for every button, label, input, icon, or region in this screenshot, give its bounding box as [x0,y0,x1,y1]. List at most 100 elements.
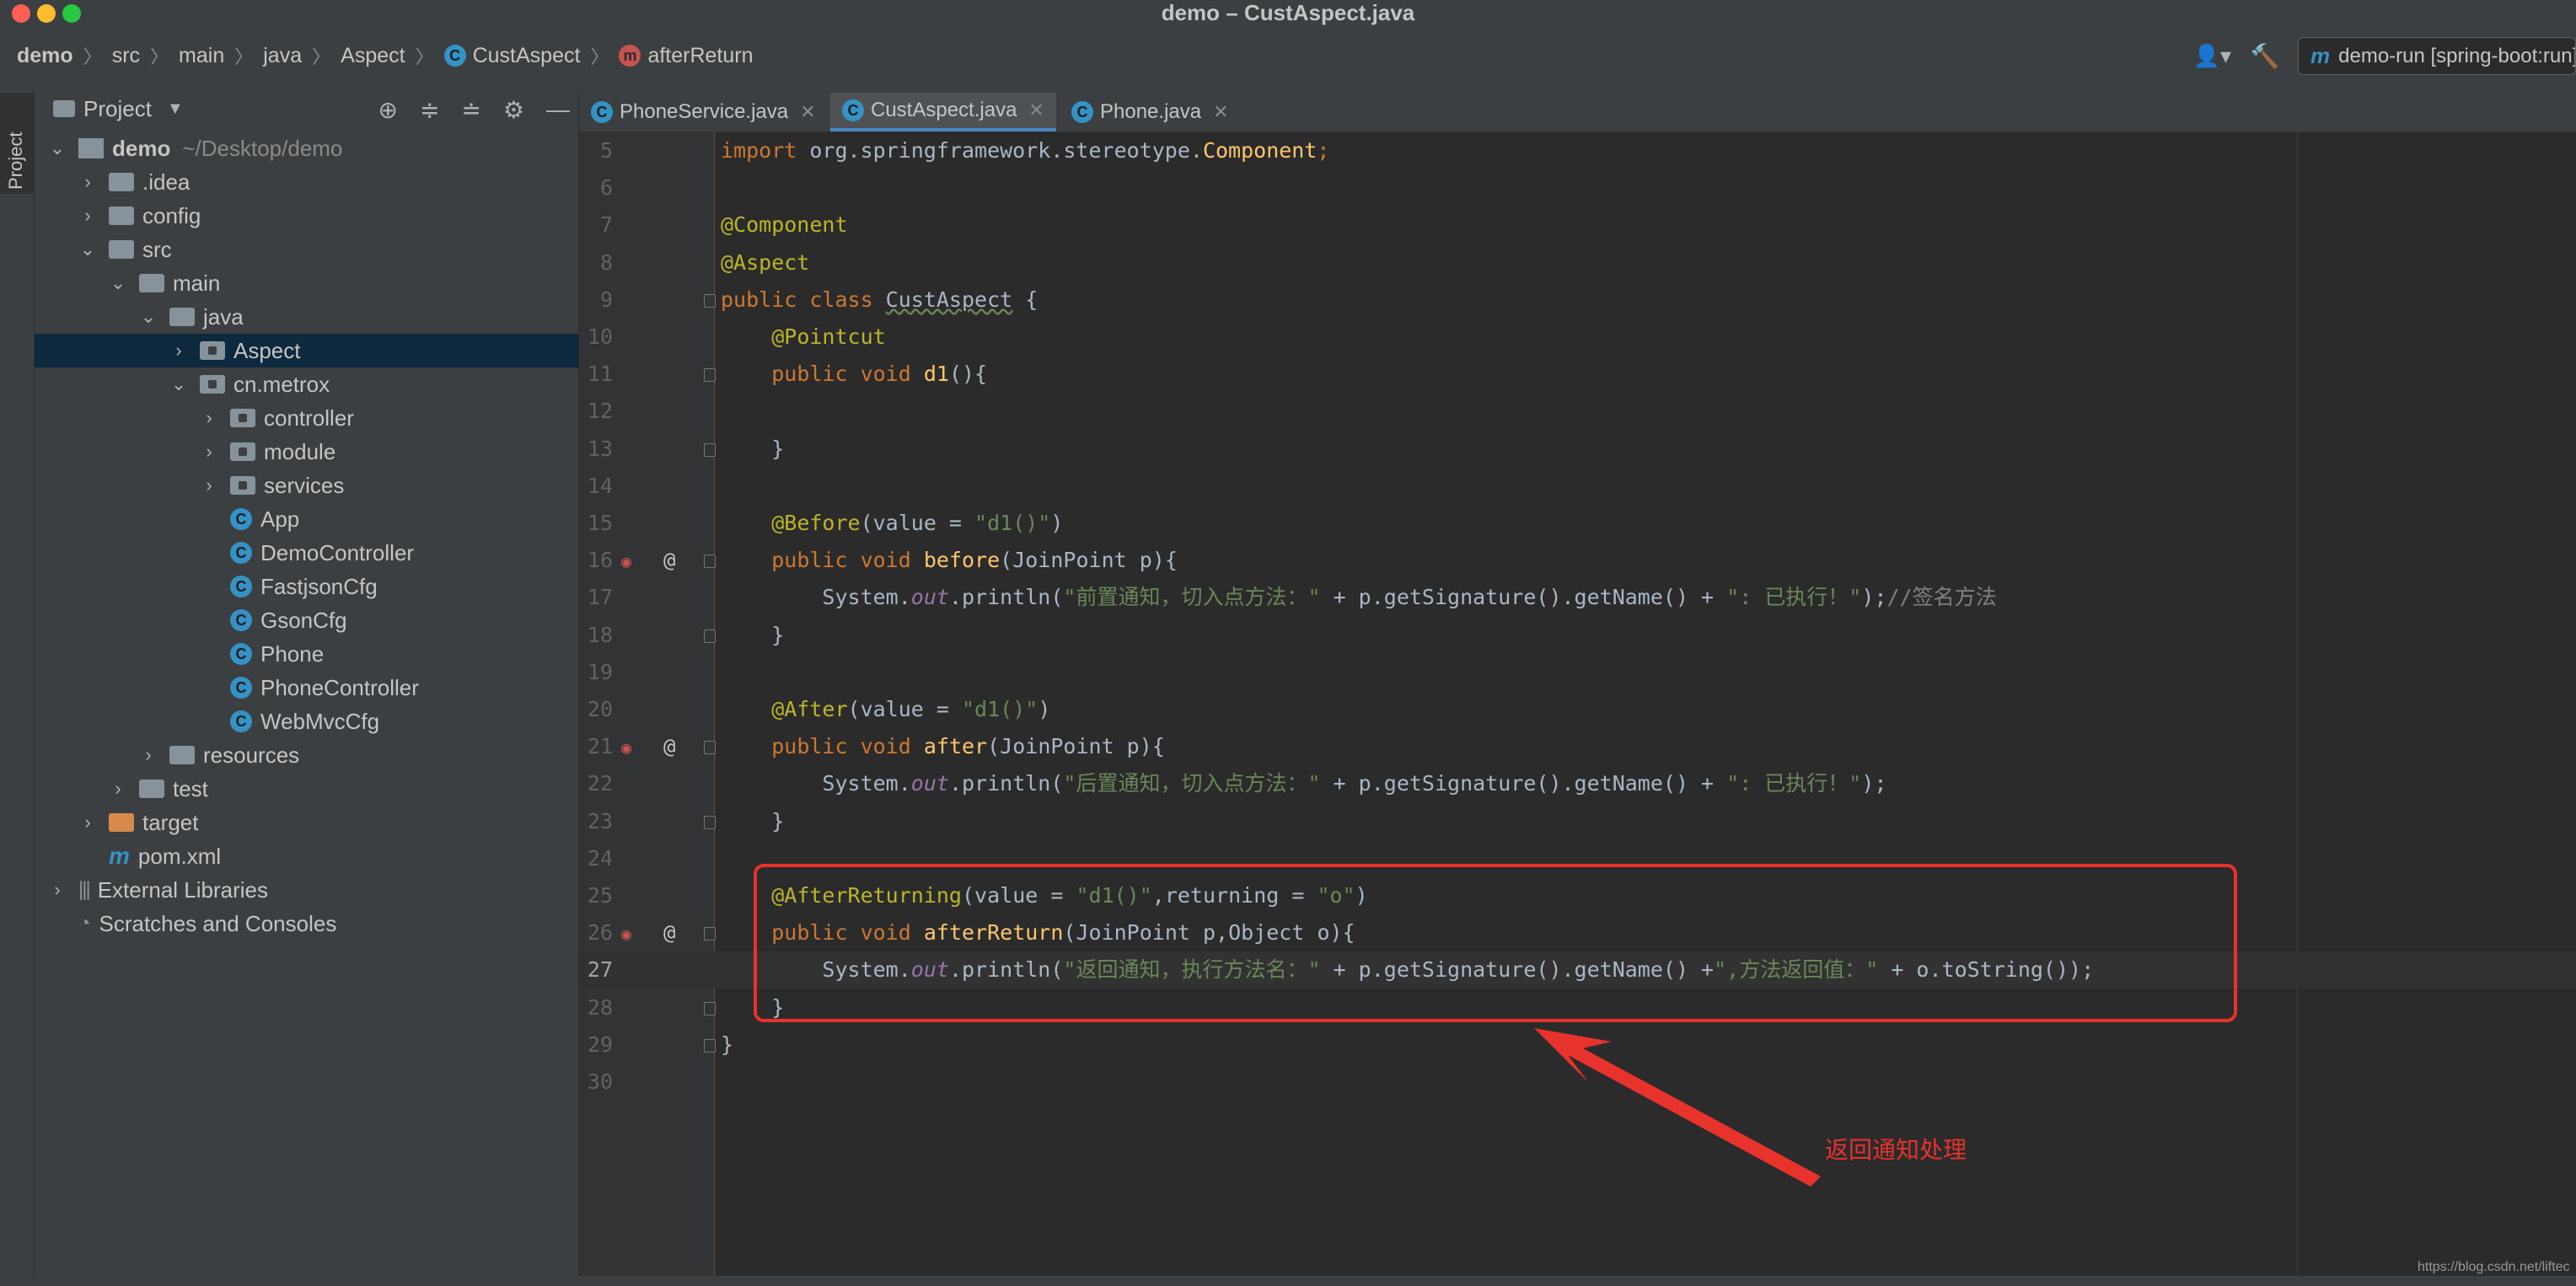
chevron-right-icon[interactable]: › [78,171,97,193]
fold-marker-icon[interactable] [704,927,716,941]
tree-item[interactable]: ⌄ java [35,300,578,334]
tree-item[interactable]: C Phone [35,637,578,671]
tree-item[interactable]: › .idea [35,165,578,199]
tree-item[interactable]: C DemoController [35,536,578,570]
tree-item[interactable]: ⌄ main [35,266,578,300]
breadcrumb-item[interactable]: Aspect [341,44,405,68]
breadcrumb-item[interactable]: demo [17,44,73,68]
chevron-right-icon[interactable]: › [139,744,158,766]
code-line[interactable]: 30 [579,1064,2576,1101]
code-line[interactable]: 15 @Before(value = "d1()") [579,505,2576,542]
code-line[interactable]: 10 @Pointcut [579,319,2576,356]
tab-phone-java[interactable]: C Phone.java ✕ [1060,93,1241,131]
tree-item[interactable]: C FastjsonCfg [35,570,578,603]
tab-custaspect-java[interactable]: C CustAspect.java ✕ [830,93,1056,131]
tree-item[interactable]: ⌄ cn.metrox [35,367,578,401]
locate-target-icon[interactable]: ⊕ [378,96,397,124]
tree-item[interactable]: › ||| External Libraries [35,873,578,907]
chevron-right-icon[interactable]: › [200,407,218,429]
code-line[interactable]: 17 System.out.println("前置通知，切入点方法：" + p.… [579,579,2576,616]
fold-marker-icon[interactable] [704,629,716,643]
code-line[interactable]: 11 public void d1(){ [579,356,2576,393]
fold-marker-icon[interactable] [704,293,716,308]
aspect-advice-icon[interactable]: ◉ [621,551,631,571]
tree-item[interactable]: C WebMvcCfg [35,705,578,738]
tree-item[interactable]: C App [35,502,578,536]
annotation-gutter-icon[interactable]: @ [663,735,675,758]
tree-item[interactable]: ⌄ src [35,233,578,266]
chevron-right-icon[interactable]: › [78,812,97,833]
code-line[interactable]: 8 @Aspect [579,244,2576,281]
fold-marker-icon[interactable] [704,368,716,383]
fold-marker-icon[interactable] [704,741,716,755]
tree-item[interactable]: C PhoneController [35,671,578,705]
code-line[interactable]: 23 } [579,803,2576,840]
chevron-right-icon[interactable]: › [200,474,218,496]
project-panel-title[interactable]: Project [83,96,152,122]
hide-panel-icon[interactable]: — [546,96,570,124]
code-line[interactable]: 14 [579,468,2576,505]
breadcrumb-item[interactable]: java [263,44,302,68]
code-line[interactable]: 12 [579,393,2576,430]
tree-item[interactable]: ◔ Scratches and Consoles [35,907,578,940]
code-line[interactable]: 29} [579,1026,2576,1064]
chevron-down-icon[interactable]: ▼ [167,99,184,119]
fold-marker-icon[interactable] [704,815,716,829]
chevron-down-icon[interactable]: ⌄ [169,373,188,395]
tree-item[interactable]: › config [35,199,578,233]
breadcrumb-item[interactable]: main [179,44,224,68]
chevron-right-icon[interactable]: › [200,441,218,463]
close-icon[interactable]: ✕ [1028,99,1044,121]
user-icon[interactable]: 👤▾ [2193,43,2231,69]
code-line[interactable]: 7 @Component [579,206,2576,244]
tree-item[interactable]: › controller [35,401,578,435]
chevron-right-icon[interactable]: › [109,778,127,800]
code-line[interactable]: 22 System.out.println("后置通知，切入点方法：" + p.… [579,765,2576,802]
tree-item[interactable]: C GsonCfg [35,603,578,637]
chevron-right-icon[interactable]: › [78,205,97,227]
chevron-down-icon[interactable]: ⌄ [139,306,158,328]
code-line[interactable]: 18 } [579,617,2576,654]
chevron-down-icon[interactable]: ⌄ [109,272,127,294]
tree-item[interactable]: › module [35,435,578,469]
code-line[interactable]: 19 [579,654,2576,691]
annotation-gutter-icon[interactable]: @ [663,549,675,572]
fold-marker-icon[interactable] [704,555,716,569]
code-line[interactable]: 21 ◉ @ public void after(JoinPoint p){ [579,728,2576,765]
code-line[interactable]: 5 import org.springframework.stereotype.C… [579,132,2576,169]
breadcrumb-item[interactable]: m afterReturn [619,44,754,68]
close-icon[interactable]: ✕ [800,101,815,123]
expand-all-icon[interactable]: ≑ [420,96,439,124]
close-icon[interactable]: ✕ [1213,101,1228,123]
fold-marker-icon[interactable] [704,1038,716,1053]
breadcrumb-item[interactable]: C CustAspect [443,44,580,68]
project-tool-tab[interactable]: Project [0,93,34,194]
tab-phoneservice-java[interactable]: C PhoneService.java ✕ [579,93,828,131]
code-line[interactable]: 16 ◉ @ public void before(JoinPoint p){ [579,542,2576,579]
fold-marker-icon[interactable] [704,442,716,457]
tree-item[interactable]: › services [35,469,578,502]
aspect-advice-icon[interactable]: ◉ [621,737,631,758]
code-line[interactable]: 6 [579,169,2576,206]
aspect-advice-icon[interactable]: ◉ [621,924,631,944]
code-line[interactable]: 13 } [579,431,2576,468]
tree-item[interactable]: ⌄ demo ~/Desktop/demo [35,131,578,165]
chevron-right-icon[interactable]: › [48,879,67,901]
fold-marker-icon[interactable] [704,1001,716,1015]
build-hammer-icon[interactable]: 🔨 [2250,42,2279,70]
gear-icon[interactable]: ⚙ [503,96,524,124]
tree-item[interactable]: › test [35,772,578,806]
tree-item[interactable]: › resources [35,738,578,772]
code-line[interactable]: 9 public class CustAspect { [579,281,2576,319]
breadcrumb-item[interactable]: src [112,44,140,68]
code-editor[interactable]: 5 import org.springframework.stereotype.C… [579,132,2576,1286]
chevron-right-icon[interactable]: › [169,340,188,362]
run-configuration-selector[interactable]: m demo-run [spring-boot:run] [2298,37,2576,75]
chevron-down-icon[interactable]: ⌄ [48,137,67,159]
tree-item[interactable]: › Aspect [35,334,578,367]
code-line[interactable]: 20 @After(value = "d1()") [579,691,2576,728]
collapse-all-icon[interactable]: ≐ [461,96,480,124]
tree-item[interactable]: m pom.xml [35,839,578,873]
annotation-gutter-icon[interactable]: @ [663,921,675,945]
chevron-down-icon[interactable]: ⌄ [78,238,97,260]
